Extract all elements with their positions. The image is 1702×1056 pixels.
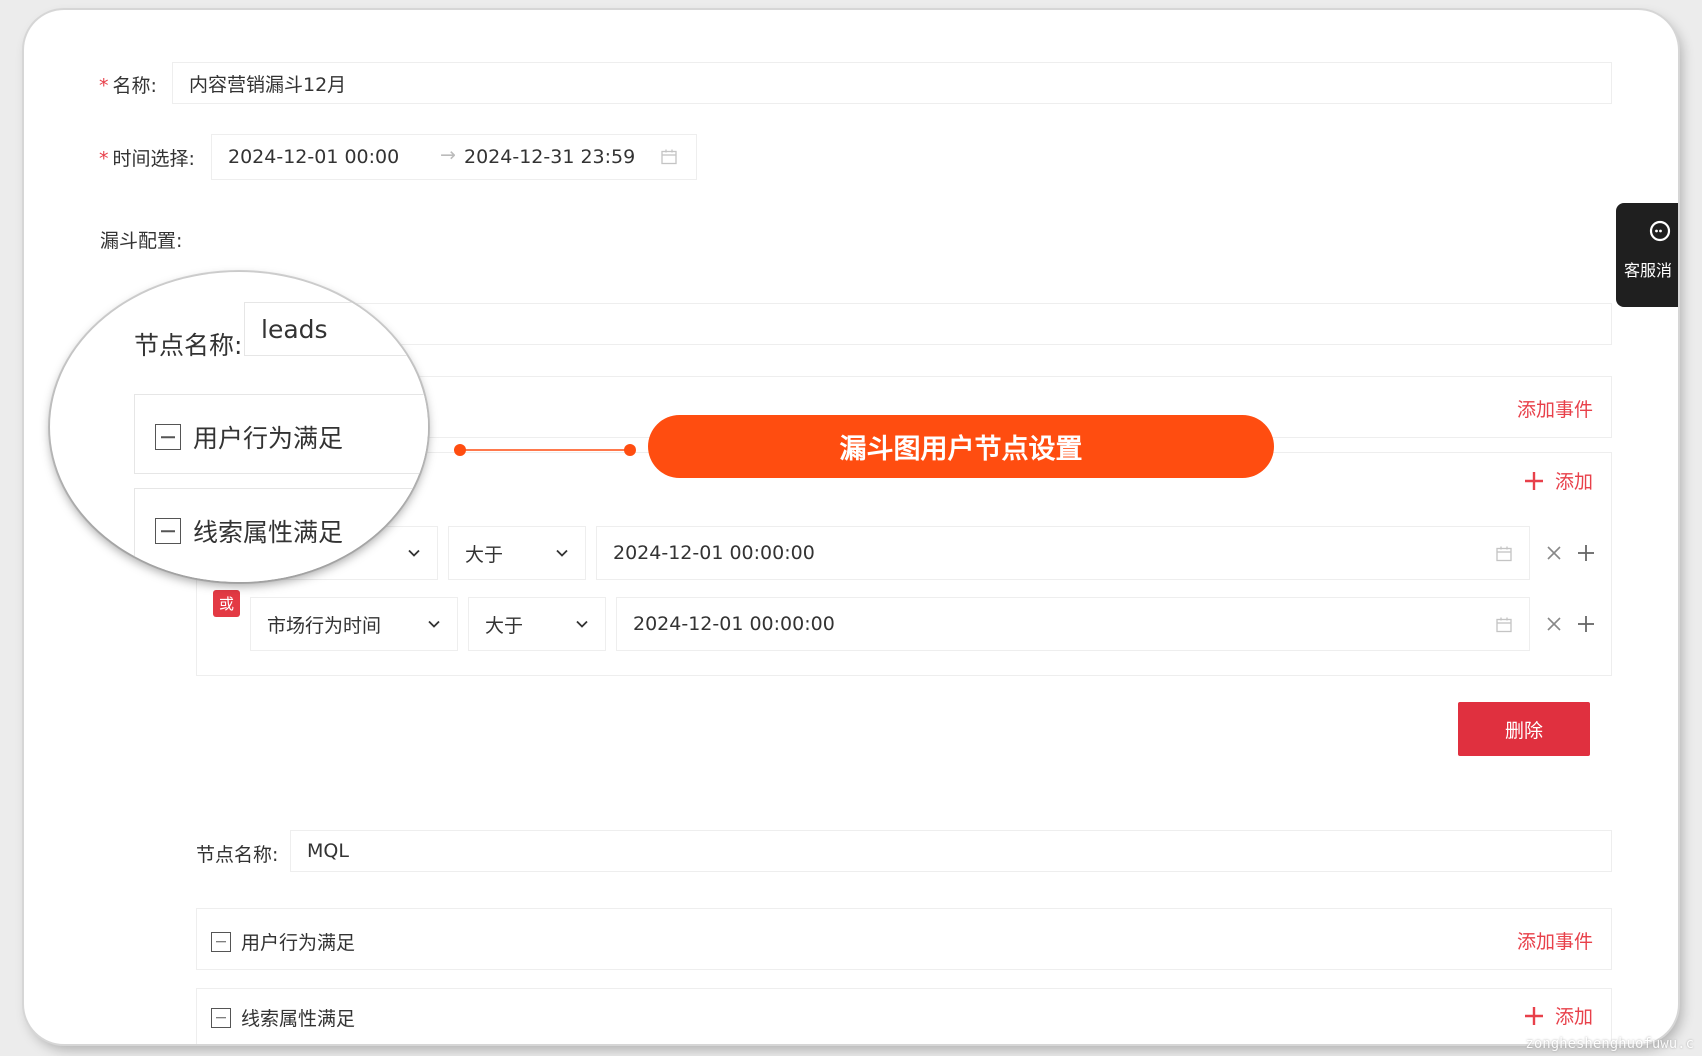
- plus-icon: [1525, 471, 1543, 490]
- calendar-icon: [1496, 546, 1512, 562]
- chevron-down-icon: [428, 620, 440, 628]
- collapse-icon: [155, 518, 181, 544]
- row2-date-input[interactable]: 2024-12-01 00:00:00: [616, 597, 1530, 651]
- collapse-icon: [211, 931, 231, 952]
- callout-banner: 漏斗图用户节点设置: [648, 415, 1274, 478]
- date-range-end[interactable]: 2024-12-31 23:59: [464, 146, 635, 168]
- name-label: * 名称:: [99, 75, 157, 97]
- plus-icon: [1525, 1006, 1543, 1025]
- required-mark: *: [99, 148, 109, 170]
- add-row1-icon[interactable]: [1576, 543, 1596, 563]
- time-label: * 时间选择:: [99, 148, 195, 170]
- date-range-picker[interactable]: 2024-12-01 00:00 → 2024-12-31 23:59: [211, 134, 697, 180]
- chat-icon: [1649, 220, 1671, 242]
- node1-attr-toggle[interactable]: 线索属性满足: [155, 513, 343, 549]
- node2-behavior-toggle[interactable]: 用户行为满足: [211, 928, 355, 955]
- callout-connector: [454, 444, 636, 456]
- calendar-icon: [1496, 617, 1512, 633]
- app-frame: * 名称: 内容营销漏斗12月 * 时间选择: 2024-12-01 00:00 →…: [24, 10, 1678, 1044]
- remove-row2-icon[interactable]: [1544, 614, 1564, 634]
- node1-name-input[interactable]: [238, 303, 1612, 345]
- node2-add-condition-button[interactable]: 添加: [1523, 1002, 1593, 1029]
- node1-add-condition-button[interactable]: 添加: [1523, 467, 1593, 494]
- node2-name-label: 节点名称:: [196, 844, 279, 866]
- magnifier-lens: 节点名称: leads 用户行为满足 线索属性满足: [50, 272, 428, 582]
- node1-behavior-toggle[interactable]: 用户行为满足: [155, 419, 343, 455]
- calendar-icon: [661, 149, 677, 165]
- customer-support-tab[interactable]: 客服消: [1616, 203, 1678, 307]
- delete-node-button[interactable]: 删除: [1458, 702, 1590, 756]
- node1-name-input-zoomed[interactable]: leads: [244, 302, 428, 356]
- remove-row1-icon[interactable]: [1544, 543, 1564, 563]
- node2-behavior-panel: 用户行为满足 添加事件: [196, 908, 1612, 970]
- date-range-start[interactable]: 2024-12-01 00:00: [228, 146, 399, 168]
- row1-operator-select[interactable]: 大于: [448, 526, 586, 580]
- range-arrow-icon: →: [440, 144, 456, 166]
- node2-add-event-link[interactable]: 添加事件: [1517, 927, 1593, 954]
- node2-attr-panel: 线索属性满足 添加: [196, 988, 1612, 1044]
- customer-support-label: 客服消: [1624, 261, 1673, 280]
- watermark: zongheshenghuofuwu.c: [1525, 1036, 1694, 1052]
- row2-field-select[interactable]: 市场行为时间: [250, 597, 458, 651]
- node2-name-input[interactable]: MQL: [290, 830, 1612, 872]
- row1-date-input[interactable]: 2024-12-01 00:00:00: [596, 526, 1530, 580]
- node1-behavior-panel-zoomed: 用户行为满足: [134, 394, 428, 474]
- funnel-config-label: 漏斗配置:: [100, 230, 183, 252]
- node1-add-event-link[interactable]: 添加事件: [1517, 395, 1593, 422]
- chevron-down-icon: [556, 549, 568, 557]
- node2-attr-toggle[interactable]: 线索属性满足: [211, 1004, 355, 1031]
- collapse-icon: [155, 424, 181, 450]
- node1-attr-panel-zoomed: 线索属性满足: [134, 488, 428, 582]
- collapse-icon: [211, 1007, 231, 1028]
- required-mark: *: [99, 75, 109, 97]
- chevron-down-icon: [576, 620, 588, 628]
- row2-operator-select[interactable]: 大于: [468, 597, 606, 651]
- add-row2-icon[interactable]: [1576, 614, 1596, 634]
- node1-name-label: 节点名称:: [134, 331, 243, 360]
- name-input[interactable]: 内容营销漏斗12月: [172, 62, 1612, 104]
- or-badge: 或: [213, 590, 240, 617]
